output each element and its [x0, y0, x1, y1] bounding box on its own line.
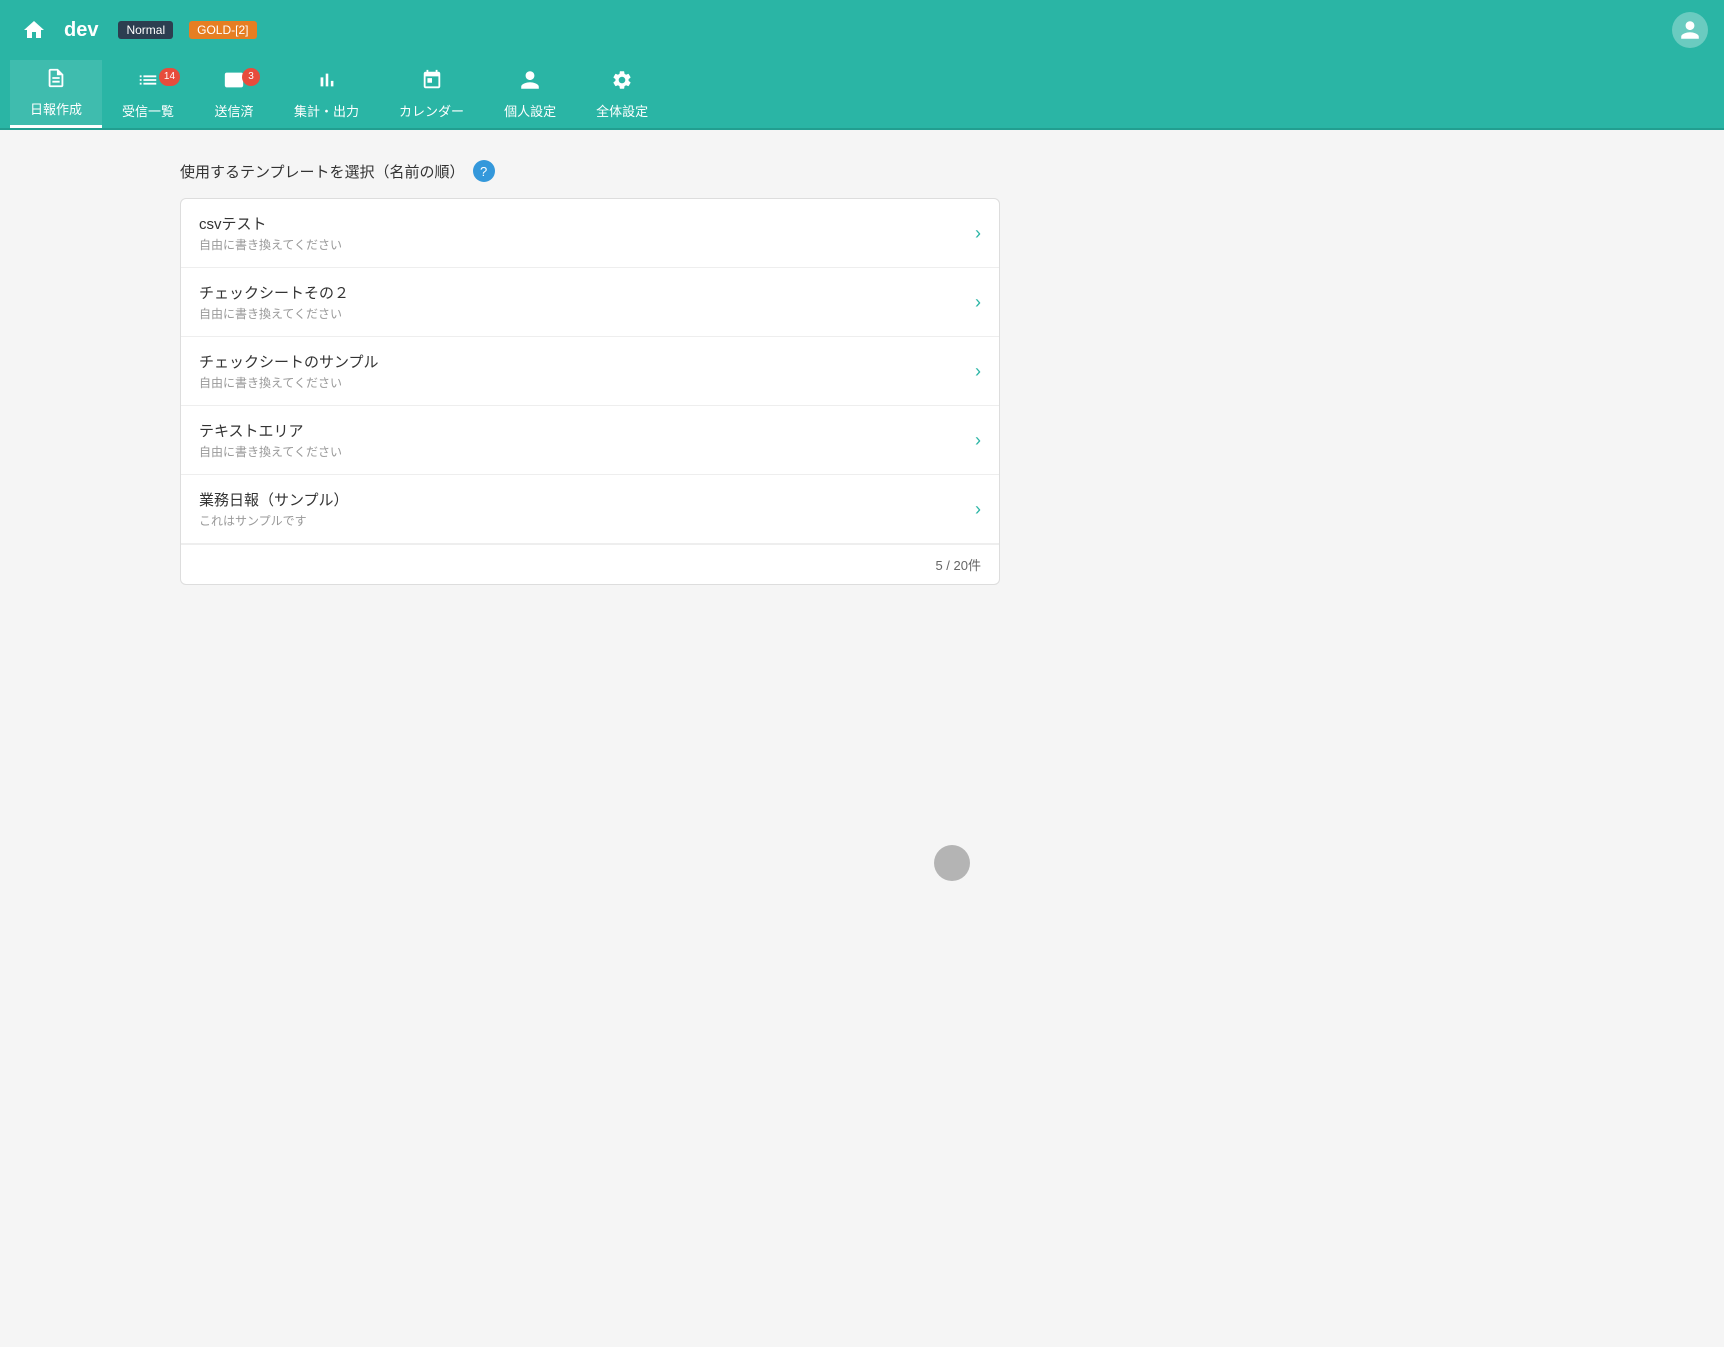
chevron-icon-0: › [975, 223, 981, 244]
template-info-0: csvテスト 自由に書き換えてください [199, 213, 342, 253]
template-item-0[interactable]: csvテスト 自由に書き換えてください › [181, 199, 999, 268]
nav-label-inbox: 受信一覧 [122, 101, 174, 120]
nav-label-personal: 個人設定 [504, 101, 556, 120]
user-avatar[interactable] [1672, 12, 1708, 48]
app-name: dev [64, 19, 98, 42]
card-footer: 5 / 20件 [181, 544, 999, 584]
template-name-4: 業務日報（サンプル） [199, 489, 349, 510]
help-icon[interactable]: ? [473, 160, 495, 182]
chevron-icon-3: › [975, 430, 981, 451]
spinner-wrap [180, 845, 1724, 881]
nav-item-inbox[interactable]: 14 受信一覧 [102, 60, 194, 128]
chevron-icon-2: › [975, 361, 981, 382]
template-info-4: 業務日報（サンプル） これはサンプルです [199, 489, 349, 529]
template-info-2: チェックシートのサンプル 自由に書き換えてください [199, 351, 379, 391]
template-name-0: csvテスト [199, 213, 342, 234]
page-title: 使用するテンプレートを選択（名前の順） [180, 161, 465, 182]
badge-normal: Normal [118, 21, 173, 39]
nav-item-settings[interactable]: 全体設定 [576, 60, 668, 128]
nav-label-report: 集計・出力 [294, 101, 359, 120]
nav-label-sent: 送信済 [215, 101, 254, 120]
nav-item-sent[interactable]: 3 送信済 [194, 60, 274, 128]
template-desc-2: 自由に書き換えてください [199, 374, 379, 391]
template-item-1[interactable]: チェックシートその２ 自由に書き換えてください › [181, 268, 999, 337]
settings-icon [611, 69, 633, 97]
template-name-1: チェックシートその２ [199, 282, 349, 303]
nav-item-report[interactable]: 集計・出力 [274, 60, 379, 128]
inbox-badge: 14 [159, 68, 180, 86]
nav-label-settings: 全体設定 [596, 101, 648, 120]
sent-badge: 3 [242, 68, 260, 86]
chevron-icon-4: › [975, 499, 981, 520]
template-desc-1: 自由に書き換えてください [199, 305, 349, 322]
create-icon [45, 67, 67, 95]
template-name-2: チェックシートのサンプル [199, 351, 379, 372]
template-item-2[interactable]: チェックシートのサンプル 自由に書き換えてください › [181, 337, 999, 406]
home-button[interactable] [16, 12, 52, 48]
personal-icon [519, 69, 541, 97]
template-card: csvテスト 自由に書き換えてください › チェックシートその２ 自由に書き換え… [180, 198, 1000, 585]
badge-gold: GOLD-[2] [189, 21, 256, 39]
template-info-3: テキストエリア 自由に書き換えてください [199, 420, 342, 460]
nav-label-create: 日報作成 [30, 99, 82, 118]
report-icon [316, 69, 338, 97]
pagination-text: 5 / 20件 [935, 558, 981, 573]
chevron-icon-1: › [975, 292, 981, 313]
template-name-3: テキストエリア [199, 420, 342, 441]
template-desc-4: これはサンプルです [199, 512, 349, 529]
nav-item-personal[interactable]: 個人設定 [484, 60, 576, 128]
nav-item-create[interactable]: 日報作成 [10, 60, 102, 128]
loading-spinner [934, 845, 970, 881]
nav-bar: 日報作成 14 受信一覧 3 送信済 集計・出力 [0, 60, 1724, 130]
template-item-4[interactable]: 業務日報（サンプル） これはサンプルです › [181, 475, 999, 544]
nav-item-calendar[interactable]: カレンダー [379, 60, 484, 128]
template-item-3[interactable]: テキストエリア 自由に書き換えてください › [181, 406, 999, 475]
page-label: 使用するテンプレートを選択（名前の順） ? [180, 160, 1724, 182]
top-header: dev Normal GOLD-[2] [0, 0, 1724, 60]
template-desc-0: 自由に書き換えてください [199, 236, 342, 253]
calendar-icon [421, 69, 443, 97]
template-desc-3: 自由に書き換えてください [199, 443, 342, 460]
nav-label-calendar: カレンダー [399, 101, 464, 120]
template-info-1: チェックシートその２ 自由に書き換えてください [199, 282, 349, 322]
inbox-icon [137, 69, 159, 97]
main-content: 使用するテンプレートを選択（名前の順） ? csvテスト 自由に書き換えてくださ… [0, 130, 1724, 1347]
